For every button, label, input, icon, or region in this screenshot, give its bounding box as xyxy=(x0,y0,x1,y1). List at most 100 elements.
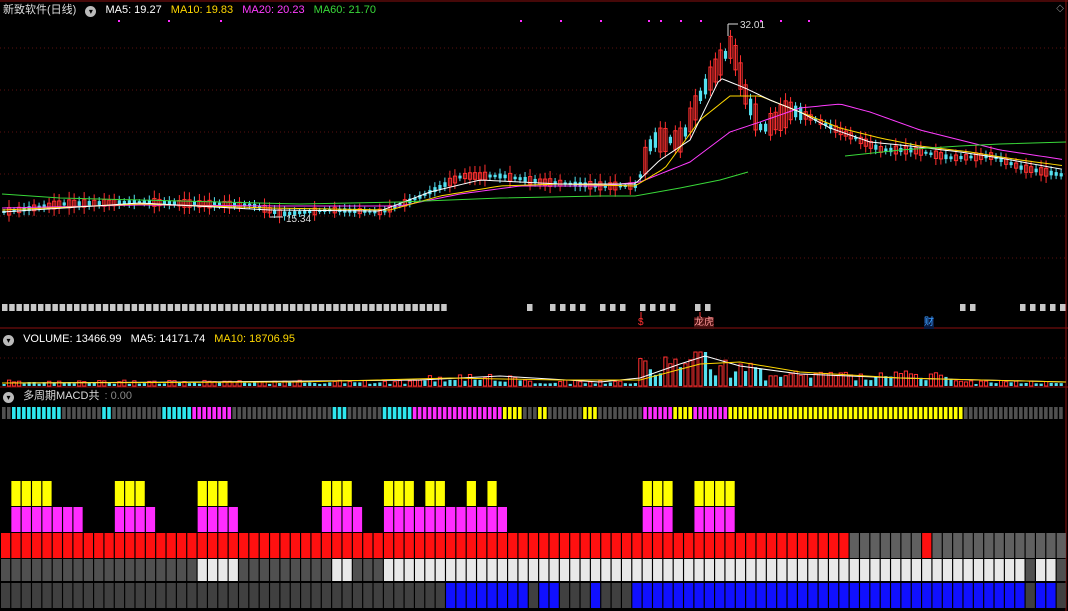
macd-strip-cell xyxy=(638,407,642,419)
status-square xyxy=(282,304,289,311)
macd-strip-cell xyxy=(412,407,417,419)
macd-block-blue xyxy=(808,583,818,608)
event-tag-finance[interactable]: 财 xyxy=(924,317,934,329)
macd-strip-cell xyxy=(12,407,16,419)
macd-block-yellow xyxy=(425,481,435,506)
macd-block-blue xyxy=(508,583,518,608)
candle-down xyxy=(498,173,502,179)
macd-strip-cell xyxy=(873,407,878,419)
macd-block-white xyxy=(290,559,300,581)
volume-bar-up xyxy=(813,372,818,387)
macd-block-red xyxy=(166,533,176,558)
volume-bar-down xyxy=(303,382,307,386)
macd-strip-cell xyxy=(533,407,537,419)
macd-strip-cell xyxy=(593,407,597,419)
status-square xyxy=(9,304,15,311)
volume-bar-down xyxy=(708,369,713,386)
chevron-down-icon[interactable]: ▾ xyxy=(3,335,14,346)
status-square xyxy=(174,304,181,311)
macd-block-white xyxy=(197,559,207,581)
volume-bar-up xyxy=(457,374,463,387)
volume-bar-up xyxy=(983,380,989,387)
status-square xyxy=(383,304,390,311)
volume-bar-down xyxy=(759,368,763,386)
macd-block-magenta xyxy=(642,507,652,532)
volume-bar-down xyxy=(1059,383,1063,386)
status-square xyxy=(304,304,310,311)
macd-block-blue xyxy=(394,583,404,608)
chevron-down-icon[interactable]: ▾ xyxy=(85,6,97,17)
chevron-down-icon[interactable]: ▾ xyxy=(3,392,14,403)
macd-strip-cell xyxy=(558,407,562,419)
volume-bar-down xyxy=(187,383,192,386)
macd-block-red xyxy=(601,533,611,558)
macd-block-blue xyxy=(63,583,73,608)
macd-block-red xyxy=(994,533,1004,558)
macd-block-blue xyxy=(735,583,746,608)
macd-block-red xyxy=(911,533,921,558)
macd-block-blue xyxy=(622,583,632,608)
macd-block-yellow xyxy=(42,481,52,506)
volume-bar-down xyxy=(854,380,858,386)
candle-down xyxy=(703,78,708,95)
macd-block-red xyxy=(373,533,383,558)
macd-block-white xyxy=(218,559,228,581)
ma10-line xyxy=(1,95,1063,211)
stock-title[interactable]: 新致软件(日线) xyxy=(3,4,76,16)
volume-bar-down xyxy=(378,382,382,386)
macd-block-magenta xyxy=(715,507,725,532)
macd-block-magenta xyxy=(394,507,404,532)
macd-strip-cell xyxy=(643,407,647,419)
volume-bar-down xyxy=(328,382,332,386)
macd-strip-cell xyxy=(347,407,352,419)
signal-dot xyxy=(520,20,522,22)
event-tag-dollar[interactable]: $ xyxy=(638,317,644,329)
volume-bar-up xyxy=(558,380,563,387)
event-tag-dragon-tiger[interactable]: 龙虎 xyxy=(694,317,714,329)
macd-strip-cell xyxy=(673,407,677,419)
macd-strip-cell xyxy=(227,407,232,419)
macd-block-blue xyxy=(922,583,932,608)
volume-bar-down xyxy=(633,383,637,386)
macd-strip-cell xyxy=(1009,407,1013,419)
macd-block-blue xyxy=(663,583,673,608)
macd-block-red xyxy=(653,533,663,558)
status-square xyxy=(1040,304,1046,311)
macd-block-white xyxy=(42,559,52,581)
macd-block-blue xyxy=(1,583,11,608)
macd-block-blue xyxy=(694,583,704,608)
macd-strip-cell xyxy=(718,407,723,419)
macd-strip-cell xyxy=(102,407,106,419)
volume-bar-up xyxy=(417,379,423,387)
macd-strip-cell xyxy=(933,407,938,419)
volume-bar-up xyxy=(963,381,969,387)
volume-bar-up xyxy=(57,380,62,387)
signal-dot xyxy=(560,20,562,22)
macd-strip-cell xyxy=(893,407,898,419)
macd-strip-cell xyxy=(998,407,1003,419)
ma5-label: MA5: 19.27 xyxy=(105,4,162,16)
volume-bar-down xyxy=(553,382,557,386)
chart-canvas[interactable] xyxy=(0,0,1068,611)
macd-strip-cell xyxy=(447,407,452,419)
macd-strip-cell xyxy=(808,407,813,419)
macd-block-red xyxy=(860,533,870,558)
macd-strip-cell xyxy=(132,407,136,419)
macd-block-red xyxy=(83,533,93,558)
volume-bar-up xyxy=(17,380,22,387)
macd-block-yellow xyxy=(114,481,125,506)
macd-strip-cell xyxy=(658,407,662,419)
macd-block-blue xyxy=(404,583,414,608)
diamond-icon[interactable]: ◇ xyxy=(1056,3,1064,14)
volume-bar-down xyxy=(162,383,167,386)
macd-strip-cell xyxy=(1024,407,1028,419)
volume-bar-down xyxy=(1034,383,1038,386)
macd-block-magenta xyxy=(497,507,507,532)
macd-block-blue xyxy=(653,583,663,608)
candle-down xyxy=(62,202,66,206)
macd-block-blue xyxy=(580,583,590,608)
macd-strip-cell xyxy=(282,407,287,419)
macd-block-red xyxy=(953,533,963,558)
macd-block-white xyxy=(911,559,921,581)
macd-block-blue xyxy=(73,583,83,608)
